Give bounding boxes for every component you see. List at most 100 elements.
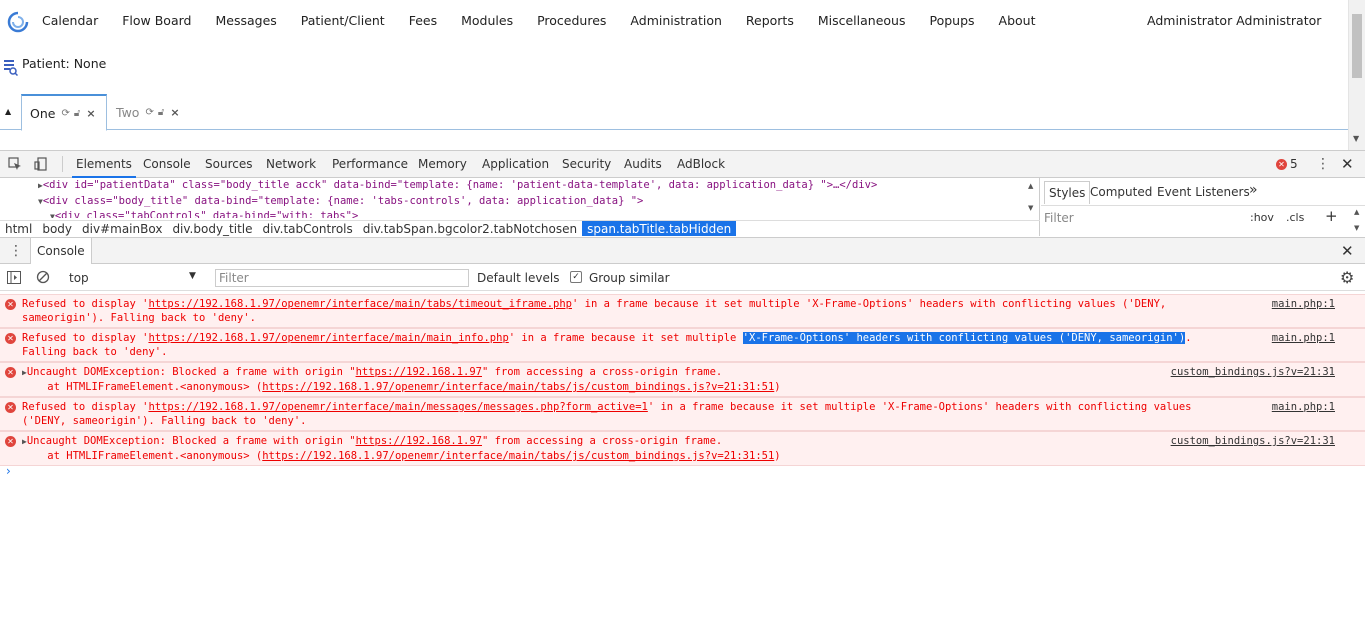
- dropdown-arrow-icon: ▼: [189, 271, 196, 281]
- tab-adblock[interactable]: AdBlock: [677, 157, 725, 171]
- scrollbar-thumb[interactable]: [1352, 14, 1362, 78]
- styles-filter-input[interactable]: Filter: [1044, 211, 1074, 225]
- tab-label: One: [30, 105, 56, 121]
- message-source-link[interactable]: custom_bindings.js?v=21:31: [1171, 434, 1335, 448]
- cls-toggle[interactable]: .cls: [1286, 211, 1304, 224]
- styles-scrollbar[interactable]: ▲ ▼: [1351, 206, 1365, 236]
- close-drawer-icon[interactable]: ✕: [1341, 242, 1354, 260]
- stack-link[interactable]: https://192.168.1.97/openemr/interface/m…: [262, 450, 774, 462]
- add-rule-icon[interactable]: +: [1325, 207, 1338, 225]
- menu-reports[interactable]: Reports: [746, 13, 794, 28]
- message-link[interactable]: https://192.168.1.97: [356, 366, 482, 378]
- more-tabs-icon[interactable]: »: [1249, 182, 1258, 198]
- message-source-link[interactable]: custom_bindings.js?v=21:31: [1171, 365, 1335, 379]
- console-error-message: ✕ Refused to display 'https://192.168.1.…: [0, 397, 1365, 431]
- message-link[interactable]: https://192.168.1.97: [356, 435, 482, 447]
- tab-network[interactable]: Network: [266, 157, 316, 171]
- error-icon: ✕: [5, 299, 16, 310]
- menu-calendar[interactable]: Calendar: [42, 13, 98, 28]
- openemr-logo-icon[interactable]: [7, 11, 29, 33]
- dom-node[interactable]: ▼<div class="tabControls" data-bind="wit…: [0, 209, 1025, 218]
- menu-modules[interactable]: Modules: [461, 13, 513, 28]
- tab-event-listeners[interactable]: Event Listeners: [1157, 185, 1250, 199]
- tab-memory[interactable]: Memory: [418, 157, 467, 171]
- tab-one[interactable]: One ⟳ 🔓︎ ×: [21, 94, 107, 131]
- message-source-link[interactable]: main.php:1: [1272, 297, 1335, 311]
- log-levels-dropdown[interactable]: Default levels: [477, 271, 559, 285]
- console-filter-input[interactable]: Filter: [215, 269, 469, 287]
- inspect-element-icon[interactable]: [8, 157, 22, 171]
- patient-search-icon[interactable]: [4, 60, 18, 76]
- breadcrumb-item-selected[interactable]: span.tabTitle.tabHidden: [582, 221, 737, 236]
- more-options-icon[interactable]: ⋮: [1316, 156, 1330, 172]
- tab-audits[interactable]: Audits: [624, 157, 662, 171]
- tab-console[interactable]: Console: [143, 157, 191, 171]
- scroll-up-icon[interactable]: ▲: [1354, 208, 1359, 216]
- stack-link[interactable]: https://192.168.1.97/openemr/interface/m…: [262, 381, 774, 393]
- tab-two[interactable]: Two ⟳ 🔓︎ ×: [108, 94, 188, 130]
- close-icon[interactable]: ×: [86, 107, 95, 120]
- refresh-icon[interactable]: ⟳: [145, 107, 153, 118]
- show-sidebar-icon[interactable]: [7, 271, 21, 284]
- error-icon: ✕: [5, 333, 16, 344]
- message-source-link[interactable]: main.php:1: [1272, 400, 1335, 414]
- app-scrollbar[interactable]: ▼: [1348, 0, 1365, 150]
- tab-elements[interactable]: Elements: [72, 157, 136, 178]
- error-icon: ✕: [1276, 158, 1287, 170]
- menu-messages[interactable]: Messages: [215, 13, 276, 28]
- unlock-icon[interactable]: 🔓︎: [74, 108, 80, 119]
- hov-toggle[interactable]: :hov: [1250, 211, 1274, 224]
- breadcrumb-item[interactable]: body: [37, 221, 77, 236]
- breadcrumb-item[interactable]: div.body_title: [167, 221, 257, 236]
- tab-styles[interactable]: Styles: [1044, 181, 1091, 204]
- message-link[interactable]: https://192.168.1.97/openemr/interface/m…: [148, 332, 508, 344]
- breadcrumb-item[interactable]: html: [0, 221, 37, 236]
- close-icon[interactable]: ×: [170, 106, 179, 119]
- dom-node[interactable]: ▶<div id="patientData" class="body_title…: [0, 178, 1025, 194]
- breadcrumb-item[interactable]: div.tabControls: [258, 221, 358, 236]
- tab-sources[interactable]: Sources: [205, 157, 252, 171]
- message-link[interactable]: https://192.168.1.97/openemr/interface/m…: [148, 298, 572, 310]
- menu-flow-board[interactable]: Flow Board: [122, 13, 191, 28]
- breadcrumb-item[interactable]: div#mainBox: [77, 221, 167, 236]
- scroll-up-icon[interactable]: ▲: [1028, 182, 1033, 190]
- console-error-message: ✕ ▶Uncaught DOMException: Blocked a fram…: [0, 431, 1365, 466]
- tab-security[interactable]: Security: [562, 157, 611, 171]
- breadcrumb-item[interactable]: div.tabSpan.bgcolor2.tabNotchosen: [358, 221, 582, 236]
- close-devtools-icon[interactable]: ✕: [1341, 155, 1354, 173]
- menu-about[interactable]: About: [999, 13, 1036, 28]
- collapse-icon[interactable]: ▲: [5, 107, 11, 116]
- message-link[interactable]: https://192.168.1.97/openemr/interface/m…: [148, 401, 647, 413]
- clear-console-icon[interactable]: [36, 270, 50, 284]
- drawer-menu-icon[interactable]: ⋮: [9, 243, 23, 259]
- tab-computed[interactable]: Computed: [1090, 185, 1152, 199]
- context-selector[interactable]: top ▼: [69, 271, 199, 285]
- menu-patient-client[interactable]: Patient/Client: [301, 13, 385, 28]
- unlock-icon[interactable]: 🔓︎: [158, 107, 164, 118]
- console-prompt-icon[interactable]: ›: [6, 464, 11, 478]
- context-label: top: [69, 271, 89, 285]
- refresh-icon[interactable]: ⟳: [61, 108, 69, 119]
- menu-miscellaneous[interactable]: Miscellaneous: [818, 13, 906, 28]
- error-counter[interactable]: ✕ 5: [1276, 157, 1298, 171]
- elements-scrollbar[interactable]: ▲ ▼: [1025, 178, 1039, 218]
- scroll-down-icon[interactable]: ▼: [1028, 204, 1033, 212]
- group-similar-checkbox[interactable]: ✓: [570, 271, 582, 283]
- message-source-link[interactable]: main.php:1: [1272, 331, 1335, 345]
- menu-popups[interactable]: Popups: [929, 13, 974, 28]
- drawer-tab-console[interactable]: Console: [30, 238, 92, 264]
- scroll-down-icon[interactable]: ▼: [1354, 224, 1359, 232]
- menu-administration[interactable]: Administration: [630, 13, 721, 28]
- console-messages: ✕ Refused to display 'https://192.168.1.…: [0, 294, 1365, 478]
- error-count: 5: [1290, 157, 1298, 171]
- tab-performance[interactable]: Performance: [332, 157, 408, 171]
- tab-application[interactable]: Application: [482, 157, 549, 171]
- devtools-panel: Elements Console Sources Network Perform…: [0, 150, 1365, 631]
- console-settings-gear-icon[interactable]: ⚙: [1340, 268, 1354, 287]
- dom-node[interactable]: ▼<div class="body_title" data-bind="temp…: [0, 194, 1025, 210]
- user-menu[interactable]: Administrator Administrator: [1147, 13, 1321, 28]
- menu-fees[interactable]: Fees: [409, 13, 437, 28]
- device-toolbar-icon[interactable]: [34, 157, 48, 171]
- scroll-down-icon[interactable]: ▼: [1353, 134, 1359, 143]
- menu-procedures[interactable]: Procedures: [537, 13, 606, 28]
